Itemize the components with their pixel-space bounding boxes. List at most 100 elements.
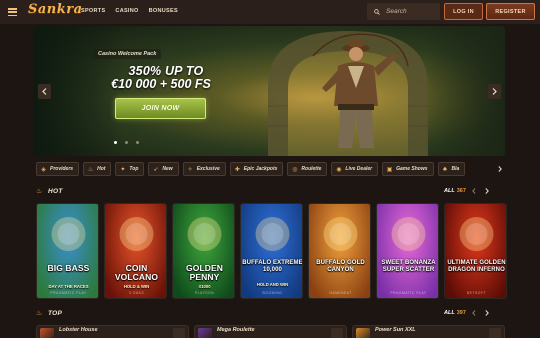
game-tile[interactable]: ULTIMATE GOLDEN DRAGON INFERNO BETSOFT xyxy=(444,203,507,299)
blackjack-icon: ♠ xyxy=(442,165,448,173)
chevron-right-icon xyxy=(498,166,502,172)
top-header: Sankra SPORTS CASINO BONUSES LOG IN REGI… xyxy=(0,0,540,24)
game-artwork xyxy=(377,204,438,298)
main-nav: SPORTS CASINO BONUSES xyxy=(81,8,178,14)
game-artwork xyxy=(309,204,370,298)
chevron-left-icon xyxy=(472,188,476,194)
category-epic-jackpots[interactable]: ✚ Epic Jackpots xyxy=(229,162,284,176)
pagination-dot[interactable] xyxy=(114,141,117,144)
category-new[interactable]: ➶ New xyxy=(148,162,179,176)
game-provider: PLAYSON xyxy=(194,291,215,295)
top-prev-button[interactable] xyxy=(470,308,479,318)
login-button[interactable]: LOG IN xyxy=(444,3,483,20)
game-tile[interactable]: GOLDEN PENNY X1000 PLAYSON xyxy=(172,203,235,299)
category-providers[interactable]: ◈ Providers xyxy=(36,162,80,176)
nav-bonuses[interactable]: BONUSES xyxy=(149,8,178,14)
game-thumbnail xyxy=(356,328,370,338)
fire-icon: ♨ xyxy=(36,309,43,317)
game-thumbnail xyxy=(198,328,212,338)
category-label: Bla xyxy=(451,166,460,172)
promo-banner[interactable]: Casino Welcome Pack 350% UP TO €10 000 +… xyxy=(33,26,505,156)
hot-prev-button[interactable] xyxy=(470,186,479,196)
category-label: Top xyxy=(129,166,139,172)
game-title: BUFFALO GOLD CANYON xyxy=(316,260,365,273)
game-title: COIN VOLCANO xyxy=(114,263,159,282)
category-next-button[interactable] xyxy=(495,162,505,176)
game-artwork xyxy=(445,204,506,298)
logo[interactable]: Sankra xyxy=(28,2,83,17)
chevron-right-icon xyxy=(485,188,490,194)
game-title: BIG BASS xyxy=(47,263,90,273)
category-label: Epic Jackpots xyxy=(243,166,278,172)
pagination-dot[interactable] xyxy=(136,141,139,144)
register-button[interactable]: REGISTER xyxy=(486,3,535,20)
play-button[interactable] xyxy=(173,328,185,338)
join-now-button[interactable]: JOIN NOW xyxy=(115,98,206,119)
search-box[interactable] xyxy=(367,3,440,20)
hot-all-link[interactable]: ALL xyxy=(444,188,455,194)
game-tile[interactable]: BIG BASS DAY AT THE RACES PRAGMATIC PLAY xyxy=(36,203,99,299)
top-section-controls: ALL 397 xyxy=(444,307,492,319)
chevron-left-icon xyxy=(472,310,476,316)
hot-section-header: ♨ HOT xyxy=(36,185,63,197)
category-game-shows[interactable]: ▣ Game Shows xyxy=(382,162,434,176)
category-label: Roulette xyxy=(301,166,322,172)
top-game-name: Lobster House xyxy=(59,327,98,333)
category-label: Game Shows xyxy=(396,166,428,172)
game-provider: PRAGMATIC PLAY xyxy=(390,291,427,295)
game-tile[interactable]: COIN VOLCANO HOLD & WIN 3 OAKS xyxy=(104,203,167,299)
promo-headline-2: €10 000 + 500 FS xyxy=(111,77,211,91)
adventurer-illustration xyxy=(312,33,409,148)
nav-sports[interactable]: SPORTS xyxy=(81,8,105,14)
hot-count: 367 xyxy=(456,188,466,194)
top-next-button[interactable] xyxy=(483,308,492,318)
game-provider: BETSOFT xyxy=(466,291,487,295)
category-top[interactable]: ✦ Top xyxy=(115,162,145,176)
game-tile[interactable]: BUFFALO EXTREME 10,000 HOLD AND WIN BOOMIN… xyxy=(240,203,303,299)
pagination-dot[interactable] xyxy=(125,141,128,144)
game-emblem xyxy=(323,217,358,251)
hot-section-title: HOT xyxy=(48,187,63,195)
game-tile[interactable]: BUFFALO GOLD CANYON GAMEBEAT xyxy=(308,203,371,299)
category-exclusive[interactable]: ✧ Exclusive xyxy=(182,162,226,176)
banner-prev-button[interactable] xyxy=(38,84,51,99)
category-bar: ◈ Providers ♨ Hot ✦ Top ➶ New ✧ Exclusive ✚ Epic Ja… xyxy=(36,162,504,176)
nav-casino[interactable]: CASINO xyxy=(115,8,138,14)
providers-icon: ◈ xyxy=(41,165,46,173)
search-input[interactable] xyxy=(386,8,438,15)
top-game-name: Power Sun XXL xyxy=(375,327,416,333)
category-hot[interactable]: ♨ Hot xyxy=(83,162,112,176)
play-button[interactable] xyxy=(331,328,343,338)
fire-icon: ♨ xyxy=(87,165,94,173)
game-title: GOLDEN PENNY xyxy=(186,263,223,282)
promo-headline-1: 350% UP TO xyxy=(128,64,204,78)
roulette-icon: ◎ xyxy=(292,165,298,173)
game-title: ULTIMATE GOLDEN DRAGON INFERNO xyxy=(447,260,506,273)
game-thumbnail xyxy=(40,328,54,338)
top-all-link[interactable]: ALL xyxy=(444,310,455,316)
thumbs-up-icon: ✦ xyxy=(120,165,126,173)
hot-next-button[interactable] xyxy=(483,186,492,196)
top-game-card[interactable]: Power Sun XXL xyxy=(352,325,505,338)
category-roulette[interactable]: ◎ Roulette xyxy=(287,162,328,176)
jackpot-icon: ✚ xyxy=(234,165,240,173)
play-button[interactable] xyxy=(489,328,501,338)
game-subtitle: HOLD & WIN xyxy=(123,284,150,289)
top-game-card[interactable]: Lobster House xyxy=(36,325,189,338)
category-label: Providers xyxy=(50,166,74,172)
category-bla[interactable]: ♠ Bla xyxy=(437,162,466,176)
category-label: Exclusive xyxy=(196,166,220,172)
top-count: 397 xyxy=(456,310,466,316)
game-emblem xyxy=(459,217,494,251)
fire-icon: ♨ xyxy=(36,187,43,195)
game-title: SWEET BONANZA SUPER SCATTER xyxy=(381,260,436,273)
game-subtitle: X1000 xyxy=(198,284,211,289)
top-game-card[interactable]: Mega Roulette xyxy=(194,325,347,338)
category-label: Hot xyxy=(97,166,106,172)
category-live-dealer[interactable]: ◉ Live Dealer xyxy=(331,162,379,176)
live-dealer-icon: ◉ xyxy=(336,165,342,173)
banner-pagination xyxy=(114,141,139,144)
game-tile[interactable]: SWEET BONANZA SUPER SCATTER PRAGMATIC PLA… xyxy=(376,203,439,299)
banner-next-button[interactable] xyxy=(488,84,501,99)
menu-icon[interactable] xyxy=(8,8,17,17)
